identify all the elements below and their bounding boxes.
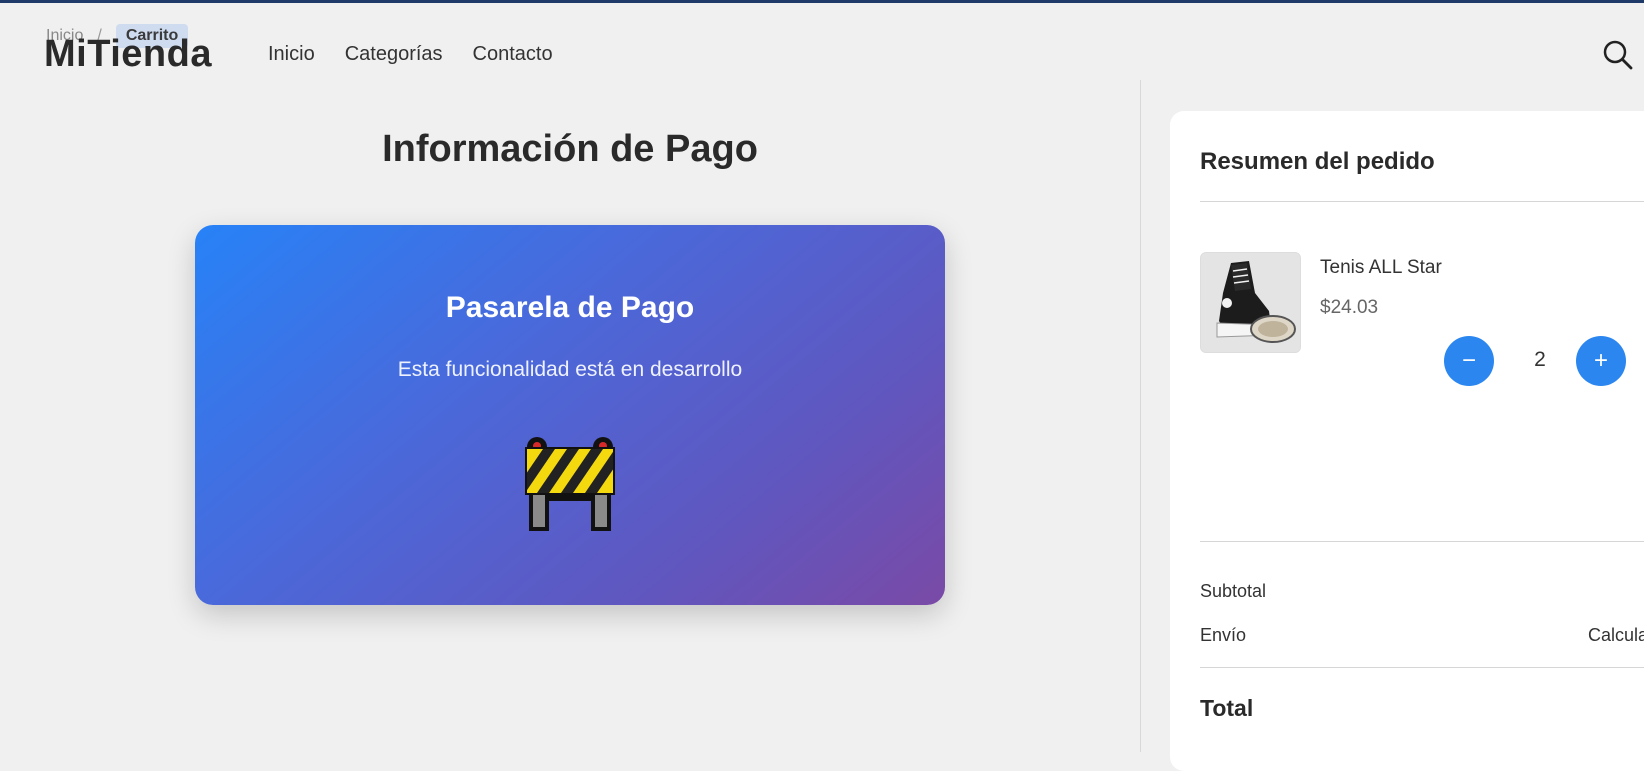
nav-item-categorias[interactable]: Categorías [345, 43, 443, 66]
main-nav: Inicio Categorías Contacto [268, 43, 553, 66]
total-label: Total [1200, 695, 1254, 721]
product-thumbnail [1200, 252, 1301, 353]
subtotal-label: Subtotal [1200, 581, 1267, 601]
order-summary-panel: Resumen del pedido Tenis ALL Star $24.03… [1170, 111, 1644, 771]
nav-item-inicio[interactable]: Inicio [268, 43, 315, 66]
product-name[interactable]: Tenis ALL Star [1320, 257, 1442, 279]
quantity-increment-button[interactable]: + [1576, 336, 1626, 386]
search-icon[interactable] [1602, 39, 1634, 71]
column-divider [1140, 80, 1141, 752]
items-divider [1200, 541, 1644, 542]
payment-gateway-text: Esta funcionalidad está en desarrollo [397, 358, 743, 381]
construction-barrier-icon [523, 435, 617, 531]
totals-divider [1200, 667, 1644, 668]
quantity-decrement-button[interactable]: − [1444, 336, 1494, 386]
payment-gateway-title: Pasarela de Pago [445, 291, 695, 324]
summary-divider [1200, 201, 1644, 202]
shipping-value: Calcula [1588, 625, 1644, 645]
product-price: $24.03 [1320, 297, 1379, 318]
order-summary-title: Resumen del pedido [1200, 148, 1435, 175]
site-logo[interactable]: MiTienda [44, 33, 212, 76]
site-header: Inicio / Carrito MiTienda Inicio Categor… [0, 3, 1644, 83]
page-title: Información de Pago [382, 128, 758, 170]
quantity-value: 2 [1534, 348, 1546, 371]
nav-item-contacto[interactable]: Contacto [473, 43, 553, 66]
payment-gateway-card: Pasarela de Pago Esta funcionalidad está… [195, 225, 945, 605]
shipping-label: Envío [1200, 625, 1247, 645]
